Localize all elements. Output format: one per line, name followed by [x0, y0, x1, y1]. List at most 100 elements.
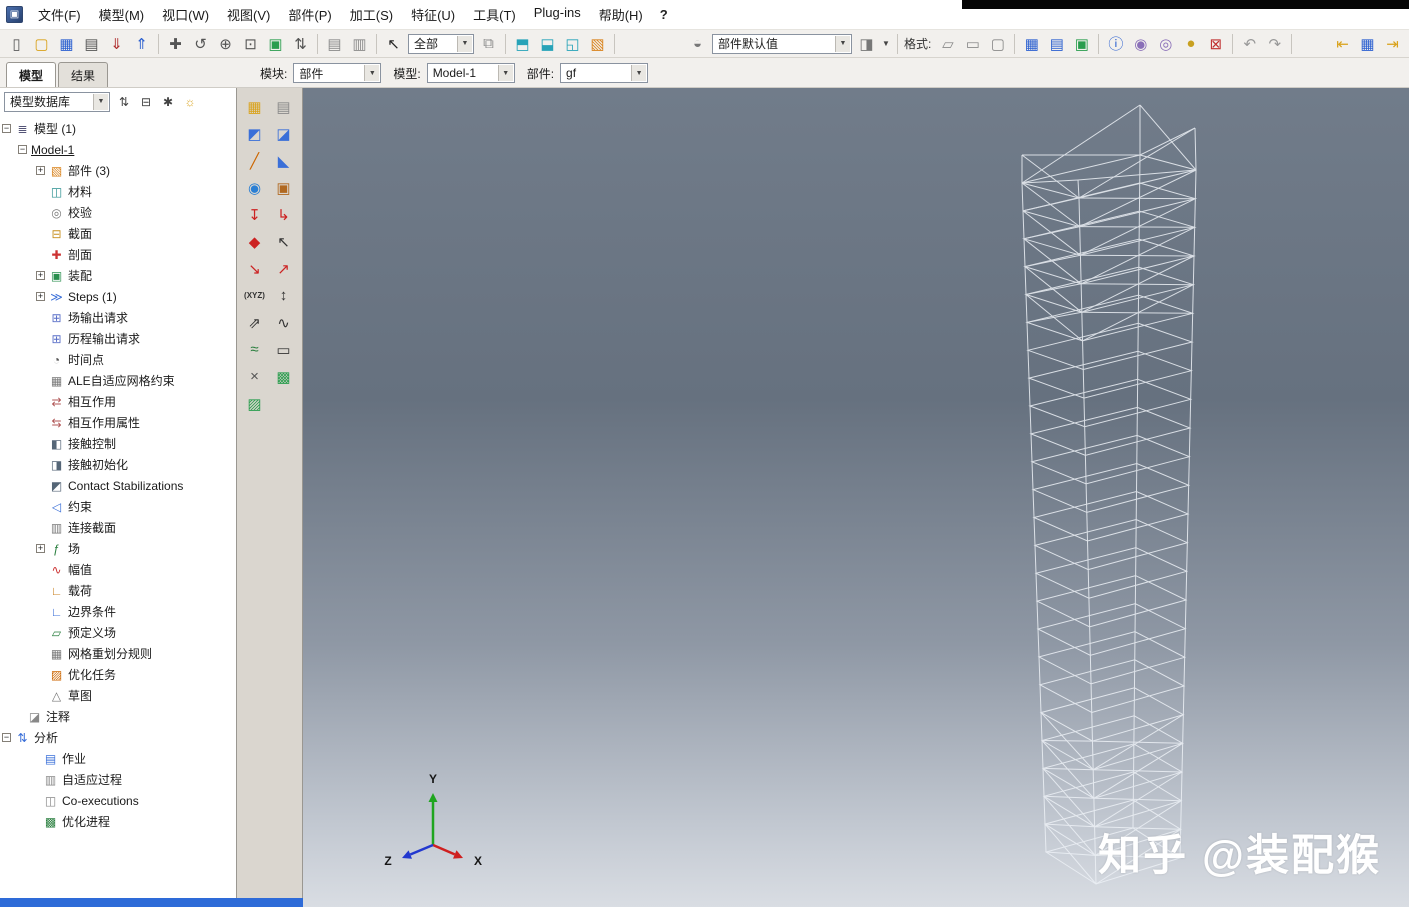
menu-item-4[interactable]: 部件(P): [279, 1, 340, 28]
tree-item[interactable]: − Model-1: [0, 139, 236, 160]
tree-item[interactable]: + ▣ 装配: [0, 265, 236, 286]
pan-icon[interactable]: ✚: [164, 32, 187, 55]
cancel-probe-icon[interactable]: ⊠: [1204, 32, 1227, 55]
repair-tools-icon[interactable]: ×: [240, 363, 269, 390]
expand-icon[interactable]: +: [36, 544, 45, 553]
view-options-icon[interactable]: ▤: [323, 32, 346, 55]
open-file-icon[interactable]: ▢: [30, 32, 53, 55]
tree-item[interactable]: ▦ ALE自适应网格约束: [0, 370, 236, 391]
info-icon[interactable]: ⓘ: [1104, 32, 1127, 55]
expand-icon[interactable]: +: [36, 292, 45, 301]
model-combo[interactable]: Model-1 ▼: [426, 63, 515, 83]
tree-item[interactable]: ▱ 预定义场: [0, 622, 236, 643]
axis-rotate-icon[interactable]: ⇗: [240, 309, 269, 336]
tree-item[interactable]: ∿ 幅值: [0, 559, 236, 580]
display-group-combo[interactable]: 部件默认值 ▼: [712, 33, 852, 54]
datum-table-icon[interactable]: ▤: [269, 93, 298, 120]
tree-item[interactable]: ✚ 剖面: [0, 244, 236, 265]
chevron-down-icon[interactable]: ▼: [457, 35, 472, 52]
chevron-down-icon[interactable]: ▼: [835, 35, 850, 52]
undo-icon[interactable]: ↶: [1238, 32, 1261, 55]
menu-item-6[interactable]: 特征(U): [402, 1, 464, 28]
menu-item-5[interactable]: 加工(S): [341, 1, 402, 28]
arrow-down-right-icon[interactable]: ↘: [240, 255, 269, 282]
job-last-icon[interactable]: ⇥: [1381, 32, 1404, 55]
tree-item[interactable]: + ƒ 场: [0, 538, 236, 559]
render-style-icon[interactable]: ◨: [855, 32, 878, 55]
selection-group-icon[interactable]: ⧉: [477, 32, 500, 55]
tree-item[interactable]: ◨ 接触初始化: [0, 454, 236, 475]
chevron-down-icon[interactable]: ▼: [93, 93, 108, 110]
magnify-icon[interactable]: ⊕: [214, 32, 237, 55]
tree-item[interactable]: ◫ Co-executions: [0, 790, 236, 811]
tree-spinner-button[interactable]: ⇅: [114, 92, 134, 112]
green-mesh-icon[interactable]: ▩: [269, 363, 298, 390]
render-style-dropdown-icon[interactable]: ▼: [880, 32, 892, 55]
select-entity-icon[interactable]: ↖: [269, 228, 298, 255]
tree-item[interactable]: ◎ 校验: [0, 202, 236, 223]
selection-filter-combo[interactable]: 全部 ▼: [408, 33, 474, 54]
tree-item[interactable]: ∟ 载荷: [0, 580, 236, 601]
module-combo[interactable]: 部件 ▼: [293, 63, 382, 83]
tree-item[interactable]: ◪ 注释: [0, 706, 236, 727]
tree-item[interactable]: ▦ 网格重划分规则: [0, 643, 236, 664]
partition-edge-icon[interactable]: ◩: [240, 120, 269, 147]
datum-grid-icon[interactable]: ▦: [240, 93, 269, 120]
expand-icon[interactable]: +: [36, 166, 45, 175]
menu-item-2[interactable]: 视口(W): [153, 1, 218, 28]
context-help-icon[interactable]: ?: [652, 3, 676, 26]
measure-icon[interactable]: ●: [1179, 32, 1202, 55]
red-marker-icon[interactable]: ◆: [240, 228, 269, 255]
tree-item[interactable]: − ≣ 模型 (1): [0, 118, 236, 139]
chevron-down-icon[interactable]: ▼: [497, 65, 513, 81]
menu-item-1[interactable]: 模型(M): [90, 1, 154, 28]
part-combo[interactable]: gf ▼: [560, 63, 649, 83]
tree-item[interactable]: ◁ 约束: [0, 496, 236, 517]
geometry-edit-icon[interactable]: ▣: [269, 174, 298, 201]
tree-item[interactable]: ◫ 材料: [0, 181, 236, 202]
format-shaded-icon[interactable]: ▢: [986, 32, 1009, 55]
collapse-all-button[interactable]: ⊟: [136, 92, 156, 112]
tips-button[interactable]: ☼: [180, 92, 200, 112]
tree-database-combo[interactable]: 模型数据库 ▼: [4, 91, 110, 112]
format-hidden-icon[interactable]: ▭: [961, 32, 984, 55]
expand-icon[interactable]: +: [36, 271, 45, 280]
import-icon[interactable]: ⇑: [130, 32, 153, 55]
tree-item[interactable]: + ▧ 部件 (3): [0, 160, 236, 181]
mesh-verify-icon[interactable]: ▣: [1070, 32, 1093, 55]
tree-item[interactable]: ∟ 边界条件: [0, 601, 236, 622]
stamp-down-icon[interactable]: ↧: [240, 201, 269, 228]
tree-item[interactable]: △ 草图: [0, 685, 236, 706]
stamp-corner-icon[interactable]: ↳: [269, 201, 298, 228]
tree-item[interactable]: + ≫ Steps (1): [0, 286, 236, 307]
tree-item[interactable]: ◔ 时间点: [0, 349, 236, 370]
green-hatch-icon[interactable]: ▨: [240, 390, 269, 417]
tree-item[interactable]: ▥ 连接截面: [0, 517, 236, 538]
edit-wave-icon[interactable]: ∿: [269, 309, 298, 336]
tree-item[interactable]: ◩ Contact Stabilizations: [0, 475, 236, 496]
tree-item[interactable]: ⊞ 历程输出请求: [0, 328, 236, 349]
redo-icon[interactable]: ↷: [1263, 32, 1286, 55]
filter-button[interactable]: ✱: [158, 92, 178, 112]
export-icon[interactable]: ⇓: [105, 32, 128, 55]
job-first-icon[interactable]: ⇤: [1331, 32, 1354, 55]
view-manager-icon[interactable]: ▥: [348, 32, 371, 55]
menu-item-7[interactable]: 工具(T): [464, 1, 525, 28]
tree-item[interactable]: ⇄ 相互作用: [0, 391, 236, 412]
tree-item[interactable]: ⊟ 截面: [0, 223, 236, 244]
menu-item-9[interactable]: 帮助(H): [590, 1, 652, 28]
query-icon[interactable]: ◉: [1129, 32, 1152, 55]
menu-item-8[interactable]: Plug-ins: [525, 1, 590, 28]
axis-vertical-icon[interactable]: ↕: [269, 282, 298, 309]
job-monitor-icon[interactable]: ▦: [1356, 32, 1379, 55]
probe-values-icon[interactable]: ◎: [1154, 32, 1177, 55]
xyz-datum-icon[interactable]: (XYZ): [240, 282, 269, 309]
new-file-icon[interactable]: ▯: [5, 32, 28, 55]
collapse-icon[interactable]: −: [18, 145, 27, 154]
viewport-create-icon[interactable]: ⬒: [511, 32, 534, 55]
save-icon[interactable]: ▦: [55, 32, 78, 55]
chevron-down-icon[interactable]: ▼: [631, 65, 647, 81]
viewport-tile-icon[interactable]: ⬓: [536, 32, 559, 55]
create-corner-icon[interactable]: ◣: [269, 147, 298, 174]
tab-results[interactable]: 结果: [58, 62, 109, 87]
